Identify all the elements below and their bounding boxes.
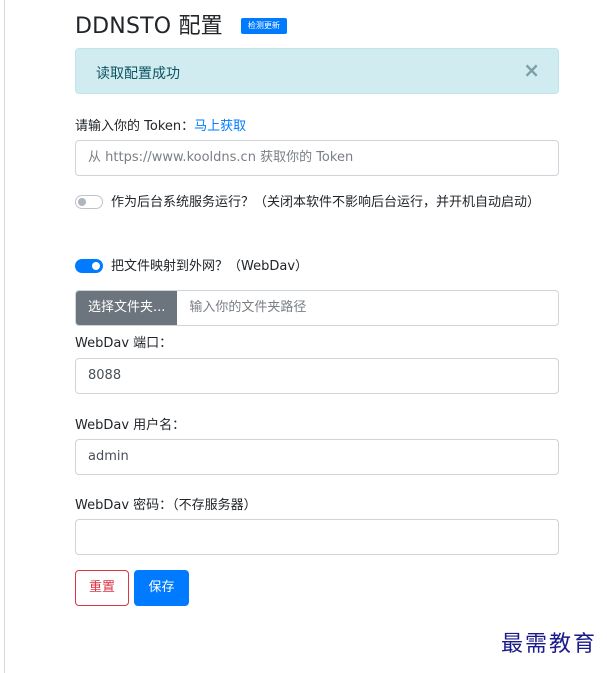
webdav-password-input[interactable] bbox=[75, 519, 559, 555]
window-left-border bbox=[4, 0, 5, 673]
webdav-map-toggle[interactable] bbox=[75, 259, 103, 273]
get-token-link[interactable]: 马上获取 bbox=[194, 119, 246, 134]
toggle-knob bbox=[78, 198, 86, 206]
page-title: DDNSTO 配置 bbox=[75, 14, 223, 39]
check-update-button[interactable]: 检测更新 bbox=[240, 17, 287, 34]
background-service-row: 作为后台系统服务运行？（关闭本软件不影响后台运行，并开机自动启动） bbox=[75, 192, 559, 213]
close-icon[interactable]: × bbox=[523, 60, 540, 80]
toggle-knob bbox=[92, 262, 100, 270]
page-header: DDNSTO 配置 检测更新 bbox=[75, 8, 287, 40]
webdav-user-label: WebDav 用户名： bbox=[75, 418, 186, 433]
token-label: 请输入你的 Token： bbox=[75, 119, 195, 134]
webdav-port-input[interactable]: 8088 bbox=[75, 358, 559, 394]
background-service-toggle[interactable] bbox=[75, 195, 103, 209]
watermark-text: 最需教育 bbox=[500, 632, 597, 657]
webdav-port-label: WebDav 端口： bbox=[75, 336, 173, 351]
token-input[interactable]: 从 https://www.kooldns.cn 获取你的 Token bbox=[75, 140, 559, 176]
choose-folder-button[interactable]: 选择文件夹... bbox=[76, 291, 178, 325]
webdav-map-row: 把文件映射到外网？（WebDav） bbox=[75, 256, 308, 277]
save-button[interactable]: 保存 bbox=[134, 570, 189, 606]
token-placeholder: 从 https://www.kooldns.cn 获取你的 Token bbox=[88, 150, 354, 165]
folder-path-input[interactable]: 输入你的文件夹路径 bbox=[177, 291, 558, 325]
webdav-password-label: WebDav 密码：（不存服务器） bbox=[75, 498, 257, 513]
success-alert: 读取配置成功 × bbox=[75, 48, 559, 94]
background-service-label: 作为后台系统服务运行？（关闭本软件不影响后台运行，并开机自动启动） bbox=[111, 195, 541, 210]
reset-button[interactable]: 重置 bbox=[75, 570, 129, 606]
webdav-user-input[interactable]: admin bbox=[75, 439, 559, 475]
folder-picker: 选择文件夹... 输入你的文件夹路径 bbox=[75, 290, 559, 326]
token-label-row: 请输入你的 Token：马上获取 bbox=[75, 115, 246, 134]
webdav-map-label: 把文件映射到外网？（WebDav） bbox=[111, 259, 309, 274]
alert-message: 读取配置成功 bbox=[96, 66, 180, 82]
